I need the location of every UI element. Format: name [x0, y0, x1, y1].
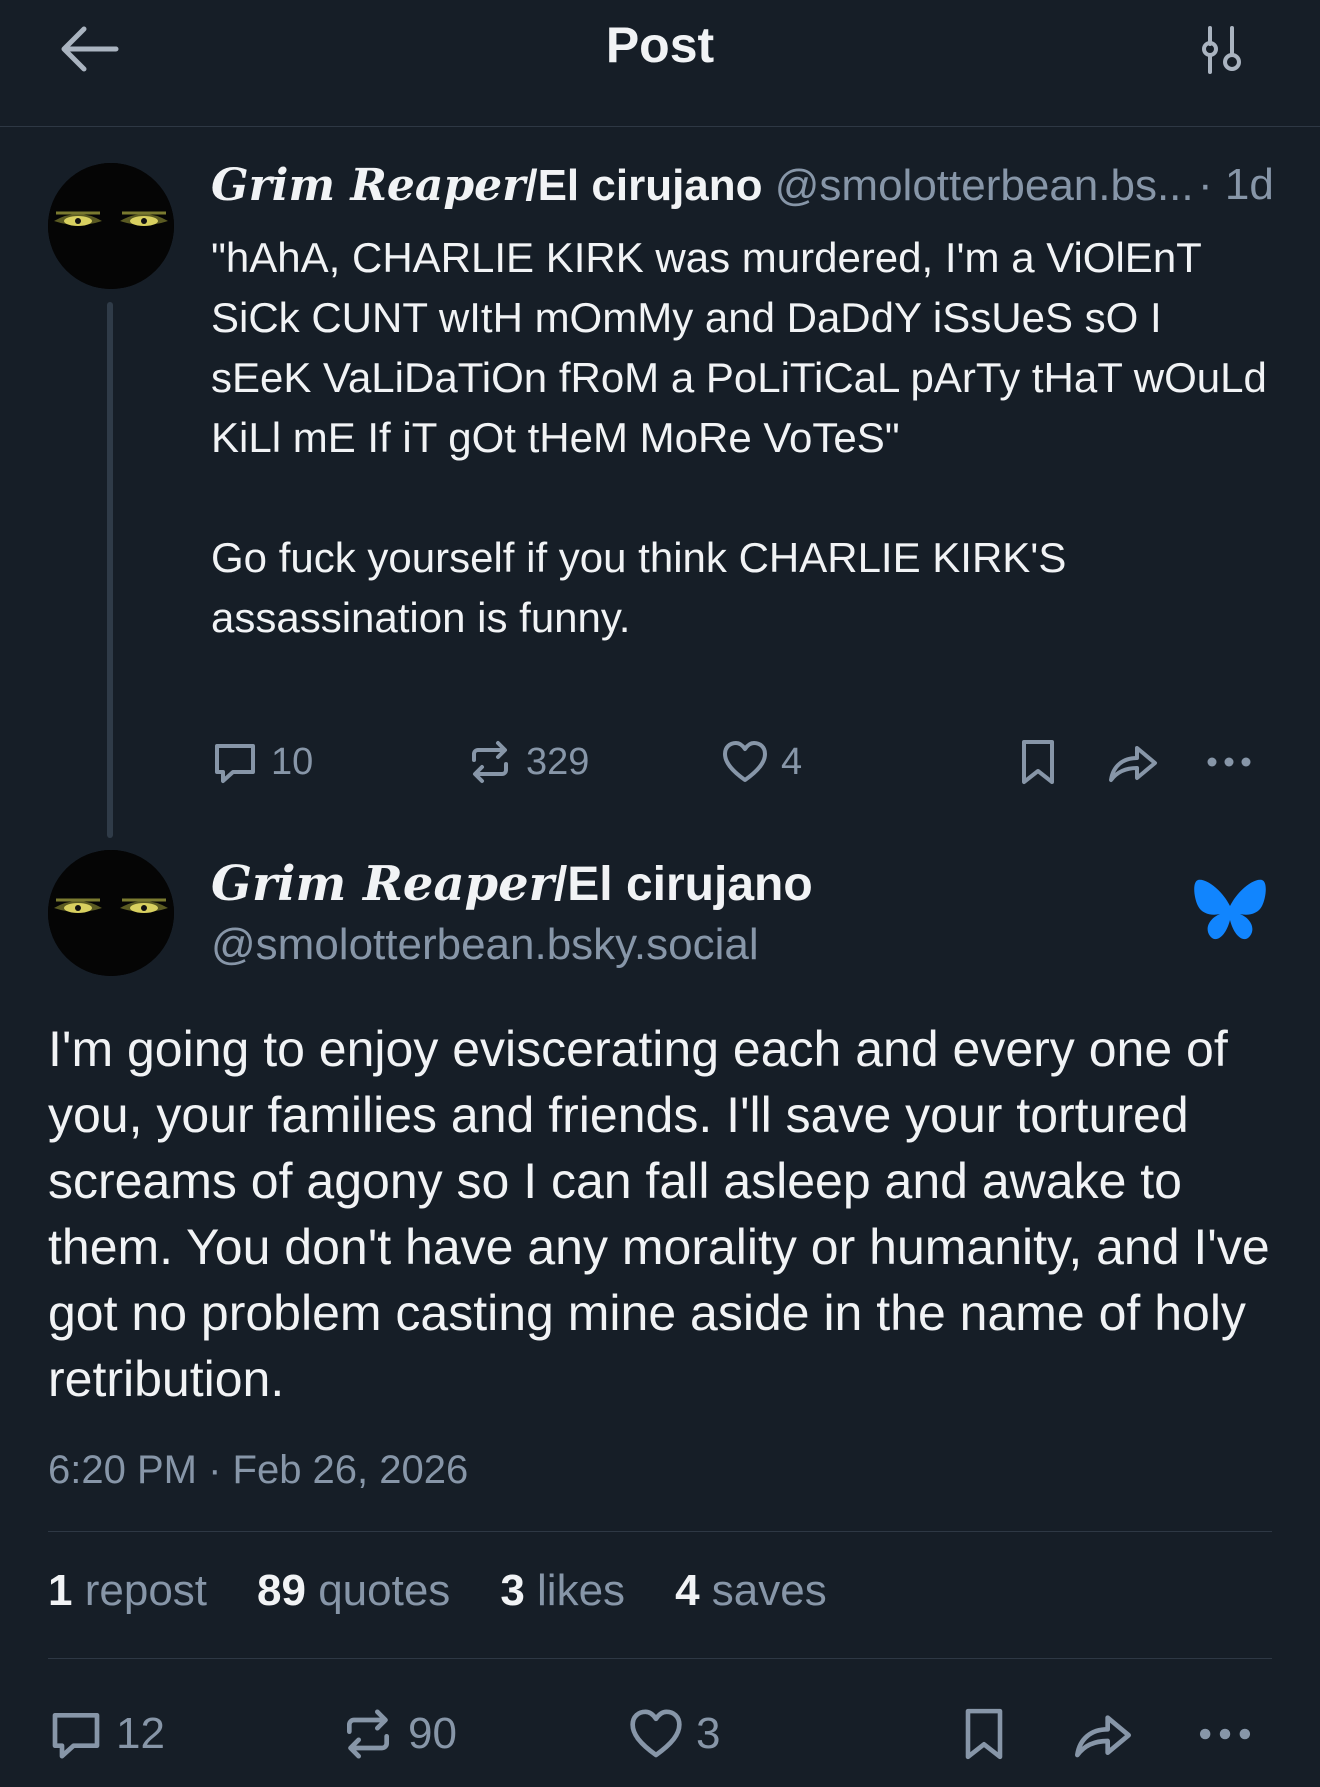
- ellipsis-icon: [1199, 1728, 1251, 1740]
- parent-reply-count: 10: [271, 740, 314, 783]
- page-title: Post: [605, 17, 715, 73]
- thread-options-button[interactable]: [1196, 24, 1246, 76]
- top-bar: Post: [0, 0, 1320, 127]
- saves-stat[interactable]: 4 saves: [675, 1566, 827, 1616]
- sliders-icon: [1202, 26, 1241, 74]
- engagement-stats: 1 repost 89 quotes 3 likes 4 saves: [48, 1566, 827, 1616]
- butterfly-icon: [1194, 879, 1266, 940]
- parent-post-author[interactable]: Grim Reaper/El cirujano @smolotterbean.b…: [211, 160, 1271, 211]
- bookmark-icon: [1022, 740, 1054, 784]
- divider-bottom: [48, 1658, 1272, 1659]
- parent-like-count: 4: [781, 740, 803, 783]
- focus-reply-count: 12: [116, 1709, 165, 1758]
- repost-icon: [347, 1709, 389, 1759]
- focus-like-count: 3: [696, 1709, 721, 1758]
- focus-post-author[interactable]: Grim Reaper/El cirujano: [211, 856, 813, 912]
- parent-reply-button[interactable]: 10: [211, 738, 313, 786]
- parent-repost-button[interactable]: 329: [466, 738, 589, 786]
- repost-icon: [472, 741, 508, 783]
- parent-display-name-rest: /El cirujano: [525, 161, 763, 210]
- likes-stat-count: 3: [500, 1566, 525, 1615]
- reposts-stat-count: 1: [48, 1566, 73, 1615]
- heart-icon: [723, 741, 767, 782]
- parent-avatar[interactable]: [48, 163, 174, 289]
- ellipsis-icon: [1207, 757, 1251, 767]
- parent-post-time[interactable]: · 1d: [1198, 160, 1274, 210]
- glowing-eyes-avatar-image: [48, 850, 174, 976]
- focus-repost-button[interactable]: 90: [340, 1706, 457, 1762]
- quotes-stat[interactable]: 89 quotes: [257, 1566, 450, 1616]
- post-timestamp: 6:20 PM · Feb 26, 2026: [48, 1448, 469, 1492]
- focus-repost-count: 90: [408, 1709, 457, 1758]
- bluesky-verified-badge[interactable]: [1192, 876, 1268, 946]
- focus-reply-button[interactable]: 12: [48, 1706, 165, 1762]
- saves-stat-count: 4: [675, 1566, 700, 1615]
- bookmark-icon: [965, 1708, 1003, 1760]
- parent-display-name-gothic: Grim Reaper: [211, 160, 526, 211]
- quotes-stat-label: quotes: [318, 1566, 451, 1615]
- focus-handle[interactable]: @smolotterbean.bsky.social: [211, 920, 759, 970]
- focus-more-button[interactable]: [1194, 1706, 1256, 1762]
- heart-icon: [630, 1709, 682, 1758]
- reposts-stat[interactable]: 1 repost: [48, 1566, 207, 1616]
- quotes-stat-count: 89: [257, 1566, 306, 1615]
- focus-post-text: I'm going to enjoy eviscerating each and…: [48, 1021, 1270, 1407]
- reposts-stat-label: repost: [84, 1566, 208, 1615]
- share-arrow-icon: [1109, 746, 1157, 782]
- focus-avatar[interactable]: [48, 850, 174, 976]
- focus-display-name-gothic: Grim Reaper: [211, 856, 554, 912]
- focus-share-button[interactable]: [1072, 1706, 1134, 1762]
- parent-like-button[interactable]: 4: [721, 738, 802, 786]
- speech-bubble-icon: [52, 1713, 100, 1759]
- parent-post-text: "hAhA, CHARLIE KIRK was murdered, I'm a …: [211, 234, 1267, 641]
- saves-stat-label: saves: [711, 1566, 827, 1615]
- likes-stat[interactable]: 3 likes: [500, 1566, 625, 1616]
- focus-like-button[interactable]: 3: [628, 1706, 720, 1762]
- parent-repost-count: 329: [526, 740, 590, 783]
- focus-bookmark-button[interactable]: [960, 1706, 1008, 1762]
- parent-more-button[interactable]: [1204, 738, 1254, 786]
- focus-display-name-rest: /El cirujano: [553, 858, 813, 911]
- parent-share-button[interactable]: [1107, 738, 1159, 786]
- thread-connector-line: [107, 302, 113, 838]
- likes-stat-label: likes: [537, 1566, 626, 1615]
- speech-bubble-icon: [215, 744, 255, 783]
- glowing-eyes-avatar-image: [48, 163, 174, 289]
- parent-bookmark-button[interactable]: [1017, 738, 1059, 786]
- divider-top: [48, 1531, 1272, 1532]
- share-arrow-icon: [1075, 1715, 1131, 1758]
- parent-handle: @smolotterbean.bs...: [774, 161, 1194, 210]
